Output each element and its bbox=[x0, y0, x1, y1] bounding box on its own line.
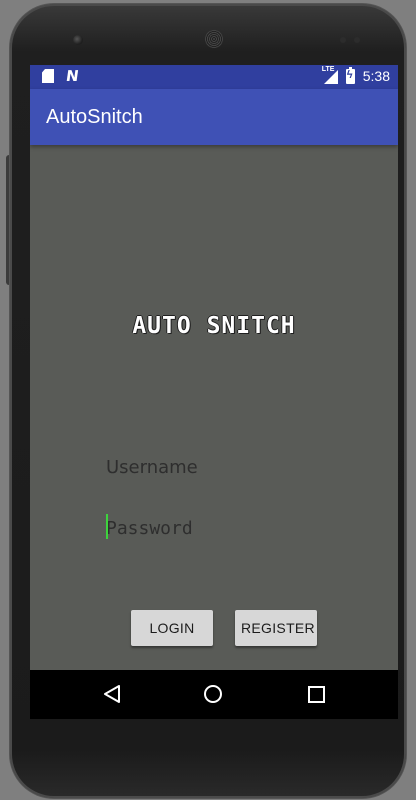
device-frame: N LTE 5:38 AutoSnitch AUTO SNITCH LOGIN … bbox=[0, 0, 416, 800]
battery-charging-icon bbox=[345, 66, 355, 84]
app-screen: N LTE 5:38 AutoSnitch AUTO SNITCH LOGIN … bbox=[30, 65, 398, 719]
home-icon[interactable] bbox=[204, 685, 222, 703]
text-cursor bbox=[106, 514, 108, 539]
login-button[interactable]: LOGIN bbox=[131, 610, 213, 646]
username-input[interactable] bbox=[106, 452, 322, 482]
camera-icon bbox=[73, 35, 83, 45]
recents-icon[interactable] bbox=[308, 686, 325, 703]
sensor-dot bbox=[354, 37, 360, 43]
sensor-dot bbox=[340, 37, 346, 43]
navigation-bar bbox=[30, 670, 398, 719]
status-time: 5:38 bbox=[362, 68, 390, 84]
app-bar: AutoSnitch bbox=[30, 89, 398, 145]
speaker-grille bbox=[205, 30, 223, 48]
status-left-icons: N bbox=[42, 67, 80, 85]
back-icon[interactable] bbox=[103, 685, 121, 703]
logo-text: AUTO SNITCH bbox=[132, 313, 296, 339]
register-button[interactable]: REGISTER bbox=[235, 610, 317, 646]
status-right-icons: LTE 5:38 bbox=[322, 66, 390, 84]
app-title: AutoSnitch bbox=[46, 106, 143, 128]
n-notification-icon: N bbox=[64, 67, 80, 85]
password-input[interactable] bbox=[106, 513, 322, 543]
lte-signal-icon: LTE bbox=[322, 66, 338, 84]
status-bar: N LTE 5:38 bbox=[30, 65, 398, 89]
sd-card-icon bbox=[42, 69, 54, 83]
